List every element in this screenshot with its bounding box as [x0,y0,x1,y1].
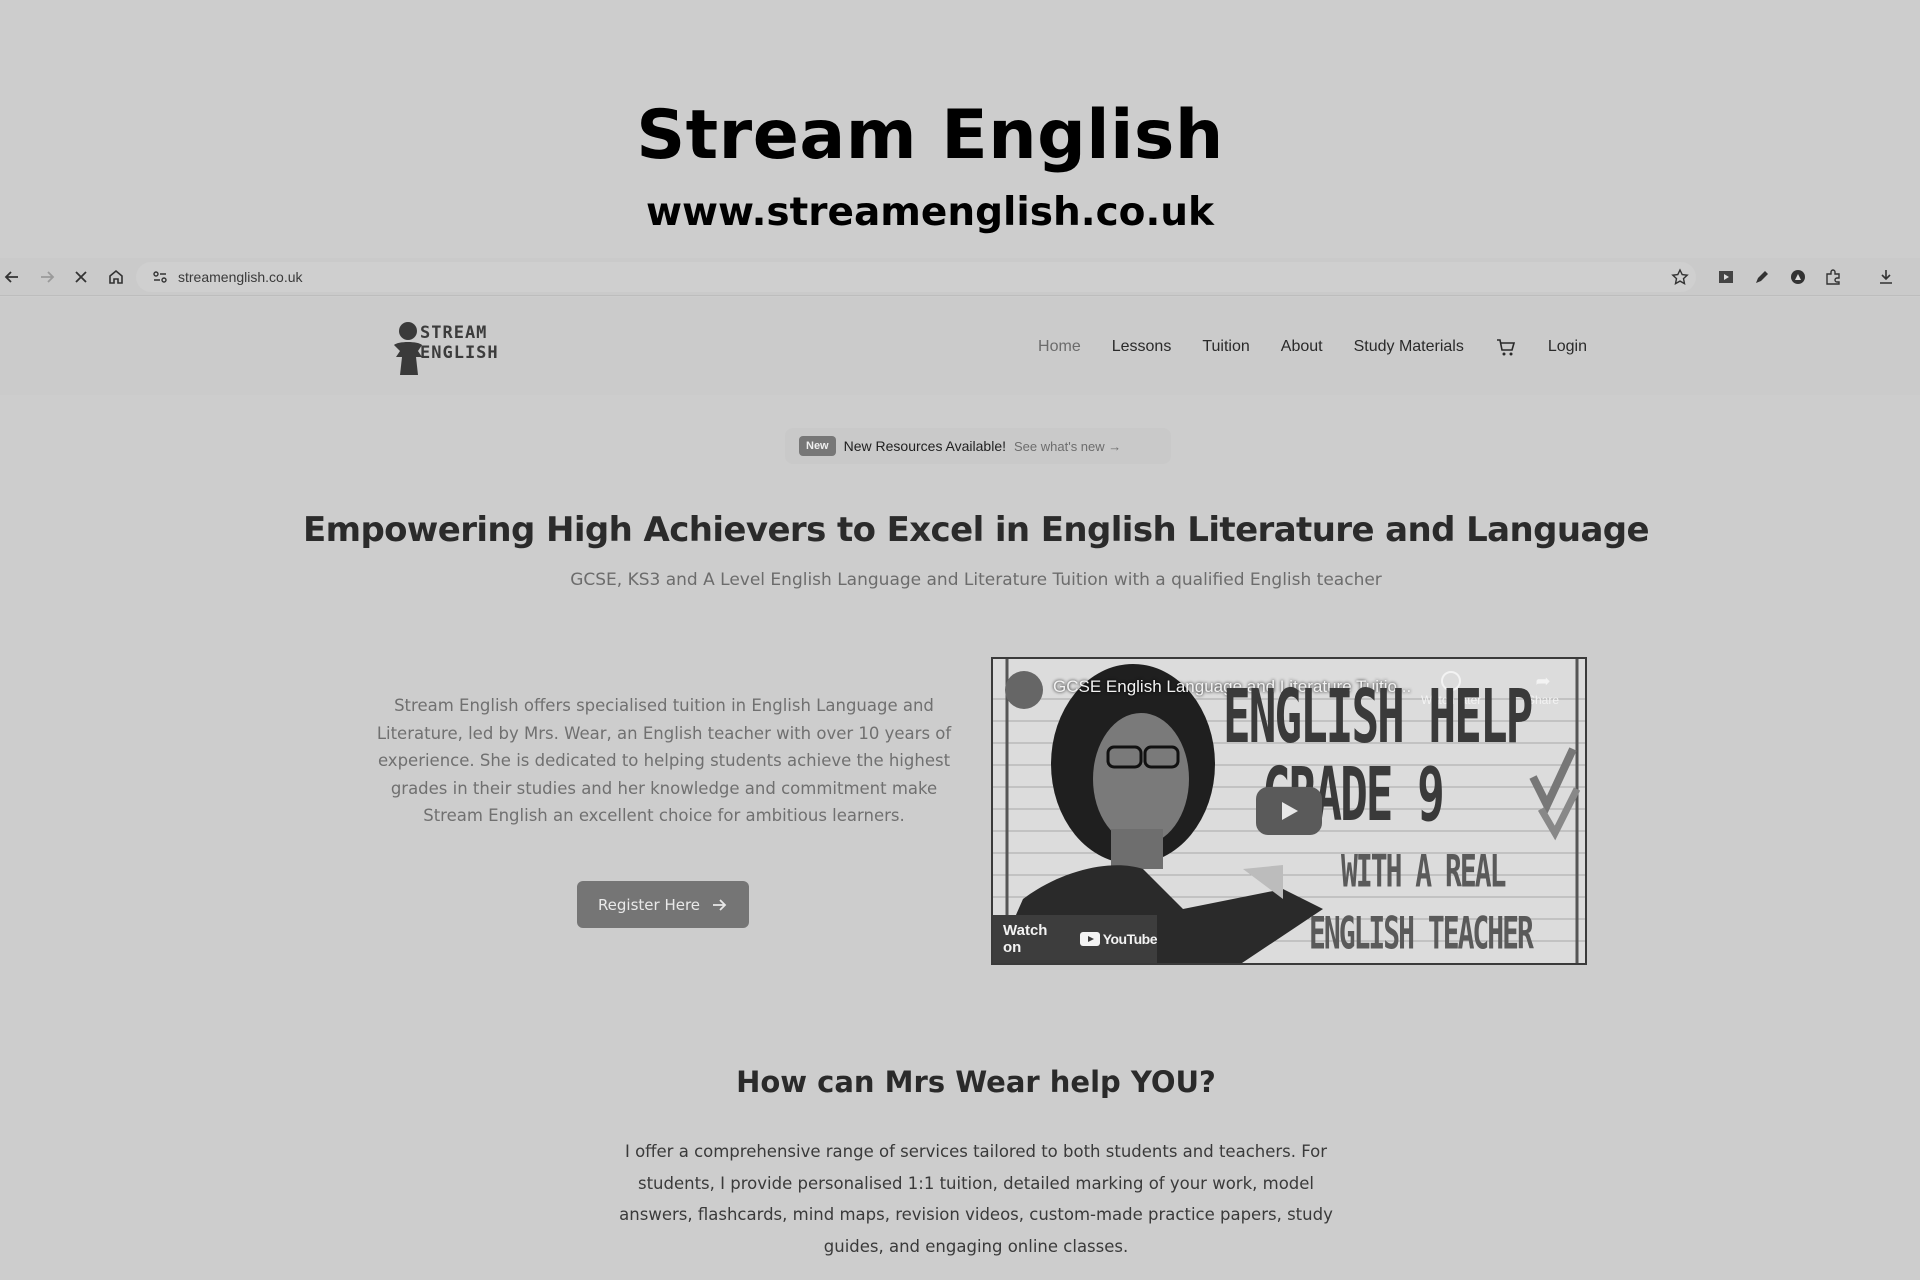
stop-loading-icon[interactable] [71,267,91,287]
youtube-brand: YouTube [1102,931,1158,947]
address-bar[interactable] [136,262,1696,292]
watch-on-youtube[interactable]: Watch on YouTube [993,915,1158,963]
logo-text-line1: STREAM [420,323,488,343]
announcement-pill[interactable]: New New Resources Available! See what's … [785,428,1171,464]
thumb-text-english-help: ENGLISH HELP [1223,673,1533,760]
new-badge: New [799,436,836,456]
logo-text-line2: ENGLISH [420,343,499,363]
banner-url: www.streamenglish.co.uk [646,190,1214,235]
nav-lessons[interactable]: Lessons [1112,338,1172,356]
channel-avatar[interactable] [1005,671,1043,709]
help-section-title: How can Mrs Wear help YOU? [736,1065,1216,1099]
nav-study-materials[interactable]: Study Materials [1354,338,1464,356]
home-icon[interactable] [106,267,126,287]
address-text[interactable]: streamenglish.co.uk [178,269,303,285]
bookmark-star-icon[interactable] [1670,267,1690,287]
forward-arrow-icon[interactable] [37,267,57,287]
share-button[interactable]: ➦ Share [1527,671,1559,707]
pen-icon[interactable] [1752,267,1772,287]
help-section-body: I offer a comprehensive range of service… [619,1142,1333,1256]
youtube-play-icon [1079,932,1100,946]
watch-on-label: Watch on [1003,922,1048,956]
play-button[interactable] [1256,787,1322,835]
banner: Stream English www.streamenglish.co.uk [0,0,1920,255]
site-info-icon[interactable] [150,267,170,287]
site-header: STREAM ENGLISH Home Lessons Tuition Abou… [0,297,1920,395]
register-button[interactable]: Register Here [577,881,749,928]
profile-icon[interactable] [1788,267,1808,287]
main-nav: Home Lessons Tuition About Study Materia… [1007,336,1587,358]
back-arrow-icon[interactable] [2,267,22,287]
hero-title: Empowering High Achievers to Excel in En… [302,510,1650,550]
puzzle-icon[interactable] [1823,267,1843,287]
thumb-text-with-a-real: WITH A REAL [1341,845,1506,898]
nav-home[interactable]: Home [1038,338,1081,356]
site-logo[interactable]: STREAM ENGLISH [384,317,514,377]
announcement-text: New Resources Available! [843,438,1007,454]
nav-login[interactable]: Login [1548,338,1587,356]
banner-title: Stream English [636,96,1224,175]
register-button-label: Register Here [597,895,701,914]
hero-subtitle: GCSE, KS3 and A Level English Language a… [570,570,1382,590]
browser-toolbar: streamenglish.co.uk [0,258,1920,296]
nav-about[interactable]: About [1281,338,1323,356]
nav-tuition[interactable]: Tuition [1202,338,1249,356]
youtube-logo: YouTube [1079,931,1158,947]
share-label: Share [1527,693,1560,707]
extension-icon[interactable] [1716,267,1736,287]
thumb-text-english-teacher: ENGLISH TEACHER [1309,907,1534,960]
youtube-video-embed[interactable]: GCSE English Language and Literature Tui… [991,657,1587,965]
share-arrow-icon: ➦ [1535,671,1551,691]
announcement-link[interactable]: See what's new → [1014,439,1121,454]
cart-icon[interactable] [1495,336,1517,358]
intro-text: Stream English offers specialised tuitio… [376,696,952,825]
arrow-right-icon [713,898,727,911]
download-icon[interactable] [1876,267,1896,287]
